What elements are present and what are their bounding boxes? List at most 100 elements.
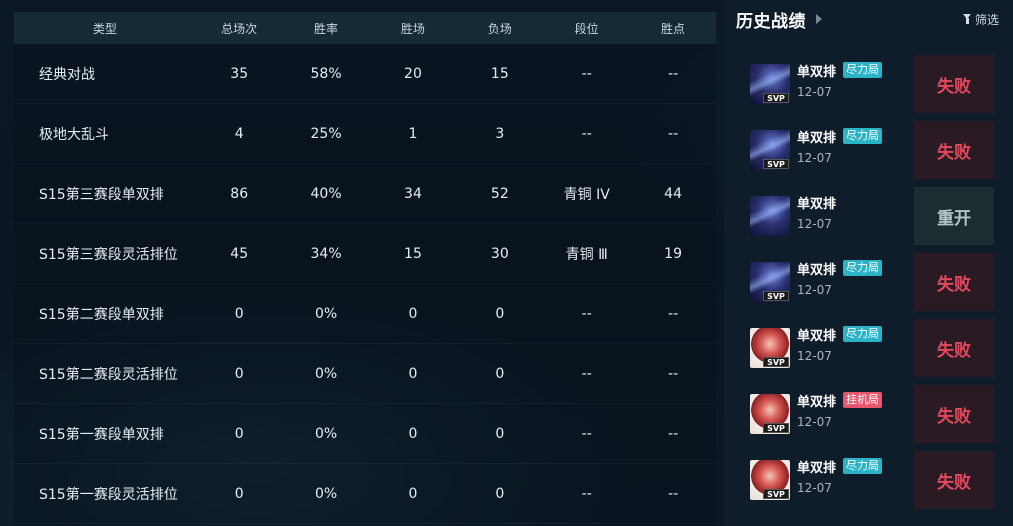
cell-rank: --: [581, 65, 592, 82]
match-item[interactable]: SVP 单双排 尽力局 12-07 失败: [748, 253, 994, 311]
table-row: 经典对战 35 58% 20 15 -- --: [14, 44, 716, 104]
cell-winrate: 25%: [310, 125, 342, 142]
match-item[interactable]: 单双排 12-07 重开: [748, 187, 994, 245]
header-type: 类型: [92, 21, 117, 36]
svp-badge: SVP: [763, 291, 789, 301]
match-item[interactable]: SVP 单双排 尽力局 12-07 失败: [748, 451, 994, 509]
match-item[interactable]: SVP 单双排 挂机局 12-07 失败: [748, 385, 994, 443]
cell-winrate: 40%: [310, 185, 342, 202]
cell-rank: --: [581, 305, 592, 322]
match-result: 失败: [914, 319, 994, 377]
cell-winrate: 0%: [314, 365, 338, 382]
champion-avatar: SVP: [750, 130, 790, 170]
match-result: 失败: [914, 55, 994, 113]
match-date: 12-07: [797, 151, 832, 165]
cell-losses: 30: [490, 245, 509, 262]
match-tag: 尽力局: [843, 458, 882, 474]
stats-table-header: 类型 总场次 胜率 胜场 负场 段位 胜点: [14, 12, 716, 44]
champion-avatar: [750, 196, 790, 236]
header-lp: 胜点: [661, 21, 686, 36]
header-losses: 负场: [487, 21, 512, 36]
match-date: 12-07: [797, 349, 832, 363]
cell-wins: 34: [404, 185, 422, 202]
table-row: S15第一赛段单双排 0 0% 0 0 -- --: [14, 404, 716, 464]
match-result: 失败: [914, 385, 994, 443]
match-date: 12-07: [797, 85, 832, 99]
cell-total: 0: [234, 425, 244, 442]
cell-type: 极地大乱斗: [39, 126, 109, 143]
svp-badge: SVP: [763, 489, 789, 499]
cell-wins: 0: [408, 425, 418, 442]
svp-badge: SVP: [763, 159, 789, 169]
cell-type: S15第三赛段灵活排位: [39, 246, 178, 263]
filter-button[interactable]: 筛选: [962, 11, 999, 28]
match-item[interactable]: SVP 单双排 尽力局 12-07 失败: [748, 55, 994, 113]
cell-losses: 52: [490, 185, 509, 202]
cell-winrate: 0%: [314, 485, 338, 502]
cell-losses: 0: [495, 305, 505, 322]
cell-rank: --: [581, 485, 592, 502]
header-winrate: 胜率: [314, 21, 339, 36]
header-rank: 段位: [574, 21, 599, 36]
cell-rank: --: [581, 425, 592, 442]
cell-lp: --: [668, 125, 679, 142]
cell-losses: 0: [495, 425, 505, 442]
champion-avatar: SVP: [750, 394, 790, 434]
table-row: S15第一赛段灵活排位 0 0% 0 0 -- --: [14, 464, 716, 524]
cell-lp: --: [668, 485, 679, 502]
cell-wins: 0: [408, 365, 418, 382]
cell-wins: 15: [404, 245, 422, 262]
cell-winrate: 34%: [310, 245, 342, 262]
match-tag: 尽力局: [843, 260, 882, 276]
match-mode: 单双排: [797, 461, 837, 476]
cell-winrate: 0%: [314, 305, 338, 322]
champion-avatar: SVP: [750, 460, 790, 500]
match-date: 12-07: [797, 217, 832, 231]
cell-winrate: 0%: [314, 425, 338, 442]
cell-total: 86: [230, 185, 249, 202]
match-date: 12-07: [797, 481, 832, 495]
cell-lp: --: [668, 365, 679, 382]
header-wins: 胜场: [400, 21, 425, 36]
match-result: 失败: [914, 451, 994, 509]
match-mode: 单双排: [797, 197, 837, 212]
cell-total: 45: [230, 245, 249, 262]
cell-type: S15第三赛段单双排: [39, 186, 164, 203]
match-result: 失败: [914, 253, 994, 311]
cell-losses: 3: [495, 125, 505, 142]
match-item[interactable]: SVP 单双排 尽力局 12-07 失败: [748, 121, 994, 179]
match-history-title[interactable]: 历史战绩: [736, 7, 806, 32]
chevron-right-icon[interactable]: [816, 14, 822, 24]
match-mode: 单双排: [797, 131, 837, 146]
cell-losses: 0: [495, 365, 505, 382]
match-item[interactable]: SVP 单双排 尽力局 12-07 失败: [748, 319, 994, 377]
table-row: S15第三赛段灵活排位 45 34% 15 30 青铜 Ⅲ 19: [14, 224, 716, 284]
match-mode: 单双排: [797, 65, 837, 80]
cell-lp: 19: [664, 245, 682, 262]
filter-label: 筛选: [974, 12, 999, 27]
champion-avatar: SVP: [750, 262, 790, 302]
match-history-panel: 历史战绩 筛选 SVP 单双排 尽力局 12-07 失败 SVP 单双排 尽力局 12-07 失败…: [724, 0, 1013, 526]
match-mode: 单双排: [797, 329, 837, 344]
cell-losses: 0: [495, 485, 505, 502]
champion-avatar: SVP: [750, 64, 790, 104]
cell-lp: 44: [664, 185, 682, 202]
cell-wins: 20: [404, 65, 422, 82]
match-mode: 单双排: [797, 395, 837, 410]
cell-lp: --: [668, 65, 679, 82]
match-date: 12-07: [797, 415, 832, 429]
header-total: 总场次: [221, 21, 258, 36]
cell-lp: --: [668, 305, 679, 322]
cell-losses: 15: [490, 65, 509, 82]
table-row: S15第二赛段单双排 0 0% 0 0 -- --: [14, 284, 716, 344]
cell-type: S15第二赛段灵活排位: [39, 366, 178, 383]
match-history-header: 历史战绩 筛选: [736, 7, 999, 32]
cell-type: S15第一赛段单双排: [39, 426, 164, 443]
match-result: 失败: [914, 121, 994, 179]
match-tag: 尽力局: [843, 326, 882, 342]
table-row: S15第二赛段灵活排位 0 0% 0 0 -- --: [14, 344, 716, 404]
cell-wins: 0: [408, 305, 418, 322]
cell-rank: 青铜 IV: [563, 186, 610, 203]
cell-rank: 青铜 Ⅲ: [565, 246, 608, 263]
cell-wins: 1: [408, 125, 418, 142]
